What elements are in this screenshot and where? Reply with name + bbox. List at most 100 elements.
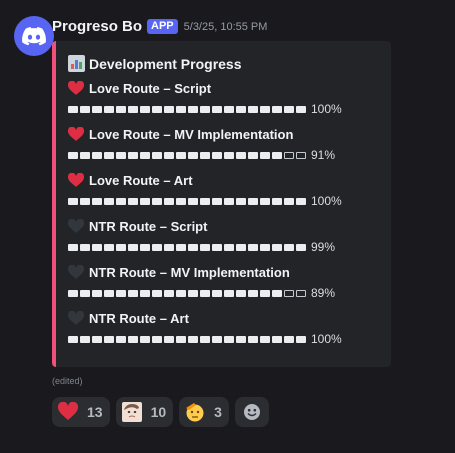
progress-segment-filled [212, 151, 222, 159]
progress-percent: 99% [311, 240, 336, 254]
progress-segment-filled [128, 197, 138, 205]
progress-segment-filled [164, 289, 174, 297]
progress-segment-filled [68, 335, 78, 343]
red-heart-icon [68, 173, 84, 187]
progress-segment-filled [68, 289, 78, 297]
progress-segment-filled [176, 243, 186, 251]
progress-segment-empty [296, 151, 306, 159]
progress-bar [68, 335, 306, 343]
progress-segment-filled [212, 197, 222, 205]
progress-segment-filled [200, 151, 210, 159]
progress-bar [68, 243, 306, 251]
progress-segment-filled [272, 289, 282, 297]
progress-segment-filled [152, 151, 162, 159]
progress-segment-filled [236, 289, 246, 297]
progress-segment-filled [128, 151, 138, 159]
reaction-saluting-face[interactable]: 3 [179, 397, 229, 427]
progress-segment-empty [284, 151, 294, 159]
field-name: Love Route – MV Implementation [68, 127, 388, 142]
progress-segment-filled [104, 243, 114, 251]
progress-line: 89% [68, 286, 388, 300]
saluting-face-emoji-icon [186, 403, 204, 422]
progress-segment-filled [176, 335, 186, 343]
progress-field: Love Route – Script 100% [68, 81, 388, 116]
progress-segment-filled [104, 151, 114, 159]
add-reaction-button[interactable] [234, 397, 269, 427]
progress-segment-filled [224, 335, 234, 343]
progress-percent: 89% [311, 286, 336, 300]
black-heart-icon [68, 219, 84, 233]
progress-segment-filled [224, 105, 234, 113]
progress-segment-filled [236, 105, 246, 113]
field-name-text: NTR Route – Script [89, 219, 208, 234]
progress-segment-filled [80, 335, 90, 343]
progress-segment-filled [200, 289, 210, 297]
progress-segment-filled [164, 151, 174, 159]
progress-segment-filled [188, 335, 198, 343]
progress-embed: Development Progress Love Route – Script… [52, 41, 391, 367]
progress-segment-filled [236, 243, 246, 251]
progress-segment-filled [140, 197, 150, 205]
progress-segment-filled [200, 105, 210, 113]
progress-segment-filled [128, 243, 138, 251]
progress-segment-filled [224, 243, 234, 251]
field-name-text: Love Route – MV Implementation [89, 127, 294, 142]
progress-segment-filled [116, 243, 126, 251]
progress-bar [68, 151, 306, 159]
progress-segment-filled [92, 243, 102, 251]
progress-segment-filled [116, 335, 126, 343]
reaction-custom-face[interactable]: 10 [115, 397, 174, 427]
progress-segment-filled [224, 151, 234, 159]
reaction-count: 10 [150, 404, 167, 420]
progress-segment-filled [212, 335, 222, 343]
progress-percent: 100% [311, 332, 342, 346]
progress-segment-filled [296, 197, 306, 205]
field-name: NTR Route – Art [68, 311, 388, 326]
progress-segment-filled [80, 105, 90, 113]
bot-avatar[interactable] [14, 16, 54, 56]
progress-line: 100% [68, 332, 388, 346]
progress-segment-filled [164, 243, 174, 251]
progress-segment-filled [104, 289, 114, 297]
progress-segment-filled [272, 243, 282, 251]
progress-segment-filled [200, 243, 210, 251]
field-name-text: Love Route – Script [89, 81, 212, 96]
progress-segment-filled [272, 105, 282, 113]
progress-segment-filled [176, 151, 186, 159]
progress-segment-filled [128, 105, 138, 113]
progress-field: NTR Route – Art 100% [68, 311, 388, 346]
progress-segment-filled [164, 335, 174, 343]
progress-segment-filled [272, 197, 282, 205]
embed-title-text: Development Progress [89, 55, 242, 72]
progress-segment-filled [248, 335, 258, 343]
edited-label: (edited) [52, 376, 83, 386]
progress-segment-filled [188, 105, 198, 113]
progress-segment-filled [140, 289, 150, 297]
red-heart-emoji-icon [58, 402, 78, 420]
progress-segment-filled [140, 151, 150, 159]
progress-segment-filled [68, 197, 78, 205]
author-name[interactable]: Progreso Bo [52, 18, 142, 35]
progress-segment-filled [152, 335, 162, 343]
progress-segment-filled [152, 105, 162, 113]
message-timestamp[interactable]: 5/3/25, 10:55 PM [184, 21, 268, 33]
progress-segment-filled [188, 243, 198, 251]
message-header: Progreso Bo APP 5/3/25, 10:55 PM [52, 18, 267, 35]
custom-face-emoji-icon [121, 402, 142, 422]
progress-segment-filled [116, 151, 126, 159]
progress-segment-filled [188, 197, 198, 205]
progress-segment-filled [80, 151, 90, 159]
progress-segment-filled [260, 105, 270, 113]
progress-segment-filled [140, 335, 150, 343]
black-heart-icon [68, 265, 84, 279]
progress-segment-filled [80, 197, 90, 205]
progress-percent: 100% [311, 194, 342, 208]
progress-segment-filled [248, 105, 258, 113]
progress-segment-filled [128, 289, 138, 297]
progress-segment-filled [164, 197, 174, 205]
reaction-heart[interactable]: 13 [52, 397, 110, 427]
progress-segment-filled [260, 197, 270, 205]
bar-chart-icon [68, 55, 85, 72]
progress-segment-filled [140, 243, 150, 251]
progress-bar [68, 105, 306, 113]
